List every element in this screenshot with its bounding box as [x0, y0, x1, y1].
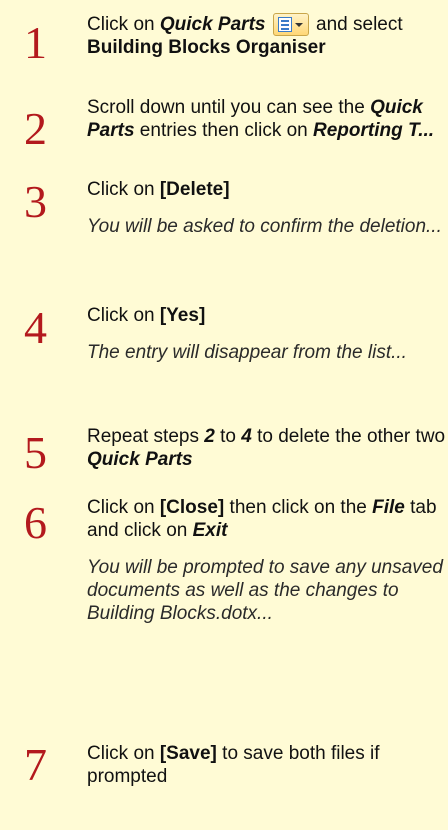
- step-number: 5: [24, 427, 47, 478]
- step-instruction: Click on [Save] to save both files if pr…: [87, 743, 380, 787]
- step-note: You will be prompted to save any unsaved…: [87, 557, 443, 624]
- step-instruction: Click on [Yes]: [87, 305, 206, 326]
- step-note: You will be asked to confirm the deletio…: [87, 216, 442, 237]
- step-number: 3: [24, 176, 47, 227]
- step-number: 4: [24, 302, 47, 353]
- step-number: 6: [24, 497, 47, 548]
- quick-parts-dropdown-icon: [272, 13, 309, 36]
- step-note: The entry will disappear from the list..…: [87, 342, 407, 363]
- step-instruction: Click on Quick Parts and select Building…: [87, 13, 403, 58]
- step-number: 7: [24, 739, 47, 790]
- step-number: 2: [24, 103, 47, 154]
- step-instruction: Repeat steps 2 to 4 to delete the other …: [87, 426, 446, 470]
- step-instruction: Scroll down until you can see the Quick …: [87, 97, 435, 141]
- step-instruction: Click on [Close] then click on the File …: [87, 497, 437, 541]
- step-instruction: Click on [Delete]: [87, 179, 230, 200]
- step-number: 1: [24, 17, 47, 68]
